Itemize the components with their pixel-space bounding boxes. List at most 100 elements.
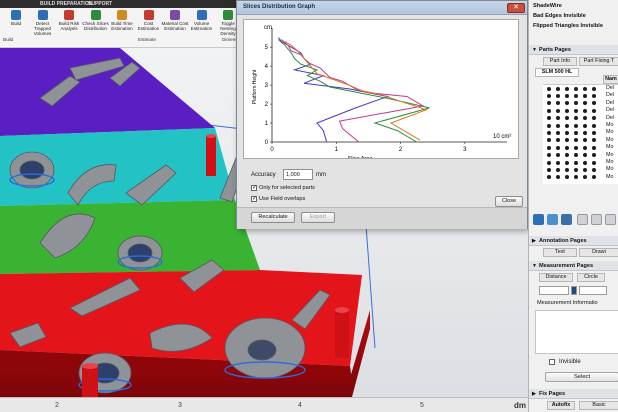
parts-list-row[interactable]: Mo <box>543 166 618 173</box>
accuracy-input[interactable]: 1,000 <box>283 169 313 180</box>
ribbon-button-1[interactable]: Detect Trapped Volumes <box>29 9 57 36</box>
part-flag-icon[interactable] <box>556 86 560 91</box>
part-flag-icon[interactable] <box>574 108 578 113</box>
part-flag-icon[interactable] <box>574 153 578 158</box>
column-header-name[interactable]: Nam <box>603 75 618 84</box>
pin-cylinder[interactable] <box>335 310 349 358</box>
select-button[interactable]: Select <box>545 372 618 382</box>
tab-part-fixing[interactable]: Part Fixing T <box>579 57 618 66</box>
part-flag-icon[interactable] <box>565 175 569 180</box>
part-flag-icon[interactable] <box>565 86 569 91</box>
parts-list-row[interactable]: Del <box>543 115 618 122</box>
measure-field-1[interactable] <box>539 286 569 295</box>
pin-cylinder[interactable] <box>206 136 216 176</box>
part-flag-icon[interactable] <box>583 130 587 135</box>
parts-pages-header[interactable]: ▼ Parts Pages <box>529 45 618 55</box>
part-flag-icon[interactable] <box>574 86 578 91</box>
part-flag-icon[interactable] <box>583 175 587 180</box>
measure-color-swatch[interactable] <box>571 286 577 295</box>
tab-part-info[interactable]: Part Info <box>543 57 577 66</box>
part-flag-icon[interactable] <box>592 175 596 180</box>
ribbon-button-5[interactable]: Cost Estimation <box>135 9 163 35</box>
part-flag-icon[interactable] <box>574 101 578 106</box>
part-flag-icon[interactable] <box>574 138 578 143</box>
part-flag-icon[interactable] <box>565 123 569 128</box>
option-bad-edges[interactable]: Bad Edges Invisible <box>533 13 586 19</box>
cube-view-icon[interactable] <box>533 214 544 225</box>
option-flipped-triangles[interactable]: Flipped Triangles Invisible <box>533 23 603 29</box>
part-flag-icon[interactable] <box>556 167 560 172</box>
ribbon-button-3[interactable]: Check Slices Distribution <box>82 9 110 35</box>
dialog-close-icon[interactable]: ✕ <box>507 3 525 13</box>
grid-icon[interactable] <box>577 214 588 225</box>
part-flag-icon[interactable] <box>556 153 560 158</box>
parts-list-row[interactable]: Mo <box>543 144 618 151</box>
part-flag-icon[interactable] <box>565 101 569 106</box>
part-flag-icon[interactable] <box>547 160 551 165</box>
part-flag-icon[interactable] <box>583 93 587 98</box>
part-flag-icon[interactable] <box>592 116 596 121</box>
part-flag-icon[interactable] <box>583 160 587 165</box>
part-flag-icon[interactable] <box>565 145 569 150</box>
parts-list-row[interactable]: Mo <box>543 122 618 129</box>
part-flag-icon[interactable] <box>565 93 569 98</box>
part-flag-icon[interactable] <box>556 101 560 106</box>
fix-pages-header[interactable]: ▶ Fix Pages <box>529 389 618 399</box>
parts-list-row[interactable]: Del <box>543 85 618 92</box>
part-flag-icon[interactable] <box>547 153 551 158</box>
part-flag-icon[interactable] <box>547 93 551 98</box>
part-flag-icon[interactable] <box>592 93 596 98</box>
close-button[interactable]: Close <box>495 196 523 207</box>
part-flag-icon[interactable] <box>583 101 587 106</box>
pin-cylinder[interactable] <box>82 366 98 397</box>
part-flag-icon[interactable] <box>565 167 569 172</box>
part-flag-icon[interactable] <box>547 86 551 91</box>
only-selected-checkbox[interactable]: ✓ <box>251 185 257 191</box>
part-flag-icon[interactable] <box>574 123 578 128</box>
parts-list-row[interactable]: Mo <box>543 137 618 144</box>
part-flag-icon[interactable] <box>547 167 551 172</box>
part-flag-icon[interactable] <box>556 108 560 113</box>
parts-list-row[interactable]: Del <box>543 92 618 99</box>
part-flag-icon[interactable] <box>565 153 569 158</box>
part-flag-icon[interactable] <box>547 130 551 135</box>
part-flag-icon[interactable] <box>565 160 569 165</box>
ribbon-button-6[interactable]: Material Cost Estimation <box>161 9 189 35</box>
part-flag-icon[interactable] <box>565 116 569 121</box>
part-flag-icon[interactable] <box>574 130 578 135</box>
ribbon-button-2[interactable]: Build Risk Analysis <box>55 9 83 35</box>
parts-list-row[interactable]: Del <box>543 100 618 107</box>
part-flag-icon[interactable] <box>583 108 587 113</box>
table-icon[interactable] <box>591 214 602 225</box>
export-button[interactable]: Export <box>301 212 335 223</box>
recalculate-button[interactable]: Recalculate <box>251 212 295 223</box>
layers-icon[interactable] <box>547 214 558 225</box>
dialog-titlebar[interactable]: Slices Distribution Graph ✕ <box>237 1 527 15</box>
part-flag-icon[interactable] <box>547 175 551 180</box>
part-flag-icon[interactable] <box>583 138 587 143</box>
part-flag-icon[interactable] <box>565 108 569 113</box>
parts-list-row[interactable]: Mo <box>543 174 618 181</box>
part-flag-icon[interactable] <box>556 116 560 121</box>
part-flag-icon[interactable] <box>574 145 578 150</box>
ribbon-tab-build-preparation[interactable]: BUILD PREPARATION <box>40 1 92 7</box>
parts-list-row[interactable]: Mo <box>543 152 618 159</box>
part-flag-icon[interactable] <box>556 123 560 128</box>
use-field-overlaps-checkbox[interactable]: ✓ <box>251 196 257 202</box>
parts-list-row[interactable]: Del <box>543 107 618 114</box>
measure-field-2[interactable] <box>579 286 607 295</box>
part-flag-icon[interactable] <box>592 101 596 106</box>
tab-drawing[interactable]: Drawi <box>579 248 618 257</box>
part-flag-icon[interactable] <box>547 145 551 150</box>
tab-circle[interactable]: Circle <box>577 273 605 282</box>
part-flag-icon[interactable] <box>583 145 587 150</box>
part-flag-icon[interactable] <box>583 86 587 91</box>
parts-list-row[interactable]: Mo <box>543 159 618 166</box>
part-flag-icon[interactable] <box>574 93 578 98</box>
invisible-checkbox[interactable] <box>549 359 555 365</box>
part-flag-icon[interactable] <box>565 130 569 135</box>
ribbon-button-0[interactable]: Build <box>2 9 30 35</box>
ribbon-button-4[interactable]: Build Time Estimation <box>108 9 136 35</box>
option-shadewire[interactable]: ShadeWire <box>533 3 562 9</box>
part-flag-icon[interactable] <box>556 138 560 143</box>
